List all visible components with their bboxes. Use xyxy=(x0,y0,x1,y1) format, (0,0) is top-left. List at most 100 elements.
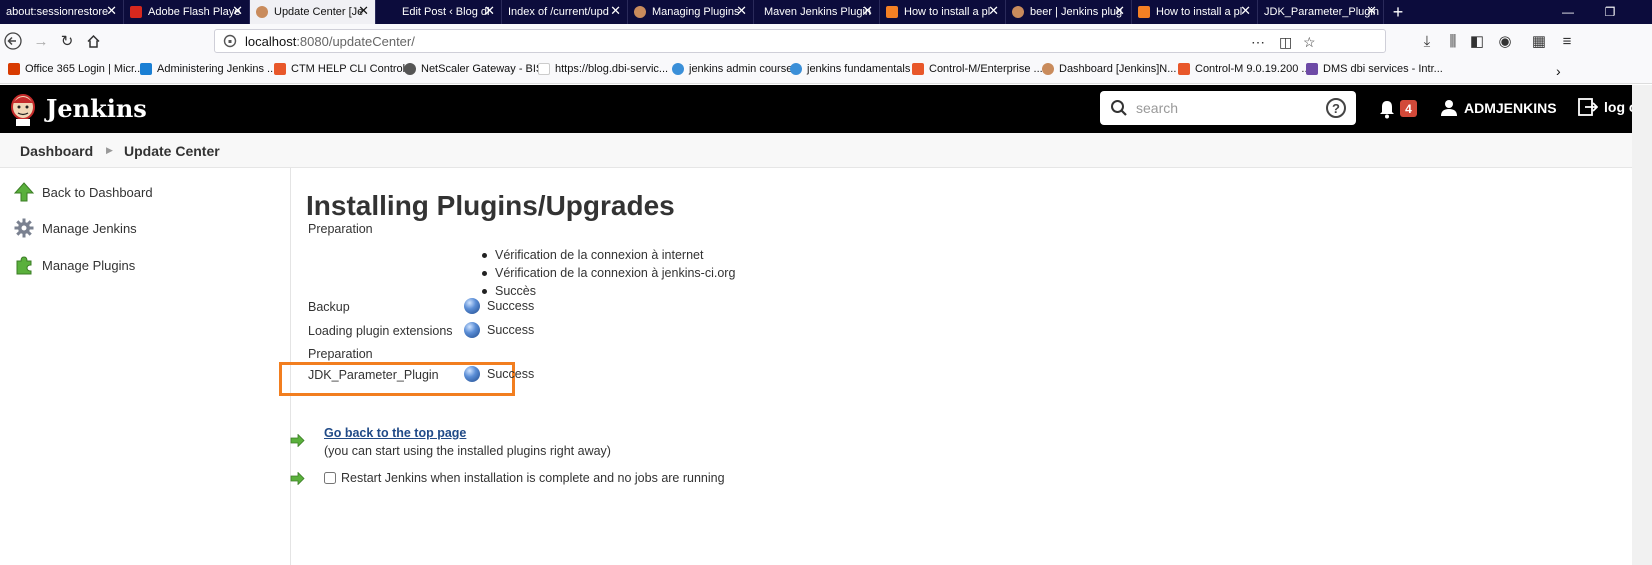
flash-favicon-icon xyxy=(130,6,142,18)
tab-label: Update Center [Je xyxy=(274,6,364,18)
minimize-icon[interactable]: — xyxy=(1548,0,1588,24)
bookmark-item[interactable]: jenkins admin course xyxy=(672,63,792,75)
help-icon[interactable]: ? xyxy=(1326,98,1346,118)
url-bar[interactable]: localhost:8080/updateCenter/ ⋯ ◫ ☆ xyxy=(214,29,1386,53)
bookmark-item[interactable]: CTM HELP CLI Control... xyxy=(274,63,414,75)
search-icon xyxy=(1111,100,1127,116)
chevron-right-icon: ▶ xyxy=(106,145,113,155)
close-icon[interactable]: ✕ xyxy=(988,4,999,18)
more-dots-icon[interactable]: ⋯ xyxy=(1251,34,1265,51)
browser-tab[interactable]: Edit Post ‹ Blog dl ✕ xyxy=(376,0,502,24)
download-icon[interactable]: ⤓ xyxy=(1416,30,1438,52)
bookmark-item[interactable]: https://blog.dbi-servic... xyxy=(538,63,668,75)
bookmark-item[interactable]: Administering Jenkins ... xyxy=(140,63,276,75)
close-icon[interactable]: ✕ xyxy=(358,4,369,18)
url-text[interactable]: localhost:8080/updateCenter/ xyxy=(245,34,415,49)
close-icon[interactable]: ✕ xyxy=(610,4,621,18)
back-to-top-link[interactable]: Go back to the top page xyxy=(324,426,466,440)
bookmarks-bar: Office 365 Login | Micr... Administering… xyxy=(0,58,1652,84)
close-icon[interactable]: ✕ xyxy=(1240,4,1251,18)
close-icon[interactable]: ✕ xyxy=(106,4,117,18)
close-icon[interactable]: ✕ xyxy=(736,4,747,18)
browser-tab[interactable]: Managing Plugins ✕ xyxy=(628,0,754,24)
jenkins-logo-icon[interactable] xyxy=(8,91,38,127)
netscaler-icon xyxy=(404,63,416,75)
bookmarks-overflow-icon[interactable]: › xyxy=(1556,63,1561,79)
bmc-icon xyxy=(274,63,286,75)
browser-tab[interactable]: JDK_Parameter_Plugin ✕ xyxy=(1258,0,1384,24)
logout-icon xyxy=(1578,98,1598,116)
job-name-jdk-parameter-plugin: JDK_Parameter_Plugin xyxy=(308,368,439,382)
jenkins-favicon-icon xyxy=(1042,63,1054,75)
stackoverflow-favicon-icon xyxy=(886,6,898,18)
extensions-icon[interactable]: ▦ xyxy=(1528,30,1550,52)
browser-tab-active[interactable]: Update Center [Je ✕ xyxy=(250,0,376,24)
close-icon[interactable]: ✕ xyxy=(1114,4,1125,18)
browser-tab[interactable]: about:sessionrestore ✕ xyxy=(0,0,124,24)
sidebar-item-manage-jenkins[interactable]: Manage Jenkins xyxy=(14,218,137,238)
back-arrow-icon[interactable] xyxy=(2,30,24,52)
browser-tab[interactable]: How to install a pl ✕ xyxy=(880,0,1006,24)
restart-checkbox[interactable] xyxy=(324,472,336,484)
jenkins-title[interactable]: Jenkins xyxy=(46,94,147,123)
new-tab-button[interactable]: + xyxy=(1384,0,1412,24)
close-icon[interactable]: ✕ xyxy=(232,4,243,18)
bookmark-item[interactable]: jenkins fundamentals xyxy=(790,63,910,75)
browser-tab[interactable]: How to install a pl ✕ xyxy=(1132,0,1258,24)
up-arrow-icon xyxy=(14,182,34,202)
bookmark-item[interactable]: Control-M/Enterprise ... xyxy=(912,63,1043,75)
breadcrumb-dashboard[interactable]: Dashboard xyxy=(20,143,93,159)
sidebar-item-manage-plugins[interactable]: Manage Plugins xyxy=(14,255,135,275)
bookmark-item[interactable]: NetScaler Gateway - BIS xyxy=(404,63,543,75)
user-menu[interactable]: ADMJENKINS xyxy=(1441,99,1557,116)
close-icon[interactable]: ✕ xyxy=(484,4,495,18)
browser-tab[interactable]: beer | Jenkins plug ✕ xyxy=(1006,0,1132,24)
close-icon[interactable]: ✕ xyxy=(862,4,873,18)
bookmark-item[interactable]: Office 365 Login | Micr... xyxy=(8,63,143,75)
bookmark-item[interactable]: Dashboard [Jenkins]N... xyxy=(1042,63,1176,75)
bookmark-item[interactable]: DMS dbi services - Intr... xyxy=(1306,63,1443,75)
browser-tab[interactable]: Index of /current/upd ✕ xyxy=(502,0,628,24)
site-info-icon[interactable] xyxy=(223,34,237,48)
job-status-backup: Success xyxy=(464,298,534,314)
browser-tab[interactable]: Adobe Flash Playe ✕ xyxy=(124,0,250,24)
home-icon[interactable] xyxy=(82,30,104,52)
status-text: Success xyxy=(487,323,535,337)
jenkins-header: Jenkins ? 4 ADMJENKINS log out xyxy=(0,85,1652,133)
list-item: Vérification de la connexion à internet xyxy=(482,246,735,264)
tab-label: Adobe Flash Playe xyxy=(148,6,241,18)
link-icon xyxy=(790,63,802,75)
bookmark-star-icon[interactable]: ☆ xyxy=(1303,34,1316,51)
bmc-icon xyxy=(912,63,924,75)
browser-nav-bar: → ↻ localhost:8080/updateCenter/ ⋯ ◫ ☆ ⤓… xyxy=(0,24,1652,58)
job-name-backup: Backup xyxy=(308,300,350,314)
forward-arrow-icon[interactable]: → xyxy=(30,30,52,52)
bmc-icon xyxy=(1178,63,1190,75)
status-text: Success xyxy=(487,299,535,313)
close-icon[interactable]: ✕ xyxy=(1366,4,1377,18)
sidebar-toggle-icon[interactable]: ◧ xyxy=(1466,30,1488,52)
restore-icon[interactable]: ❐ xyxy=(1590,0,1630,24)
jenkins-favicon-icon xyxy=(1012,6,1024,18)
scrollbar[interactable] xyxy=(1632,85,1652,565)
browser-tab[interactable]: Maven Jenkins Plugin ✕ xyxy=(754,0,880,24)
menu-icon[interactable]: ≡ xyxy=(1556,30,1578,52)
bookmark-item[interactable]: Control-M 9.0.19.200 ... xyxy=(1178,63,1311,75)
sidebar-item-back-to-dashboard[interactable]: Back to Dashboard xyxy=(14,182,153,202)
status-text: Success xyxy=(487,367,535,381)
jenkins-favicon-icon xyxy=(634,6,646,18)
bell-icon[interactable] xyxy=(1378,99,1396,119)
restart-option[interactable]: Restart Jenkins when installation is com… xyxy=(324,471,725,485)
account-icon[interactable]: ◉ xyxy=(1494,30,1516,52)
search-input[interactable] xyxy=(1136,98,1306,118)
pocket-icon[interactable]: ◫ xyxy=(1279,34,1292,51)
preparation-steps: Vérification de la connexion à internet … xyxy=(482,246,735,300)
back-to-top-note: (you can start using the installed plugi… xyxy=(324,444,611,458)
notification-badge[interactable]: 4 xyxy=(1400,100,1417,117)
user-icon xyxy=(1441,100,1457,116)
green-arrow-icon xyxy=(290,472,305,485)
breadcrumb: Dashboard ▶ Update Center xyxy=(0,133,1652,168)
reload-icon[interactable]: ↻ xyxy=(56,30,78,52)
breadcrumb-update-center[interactable]: Update Center xyxy=(124,143,220,159)
library-icon[interactable]: ⫼ xyxy=(1442,30,1464,52)
